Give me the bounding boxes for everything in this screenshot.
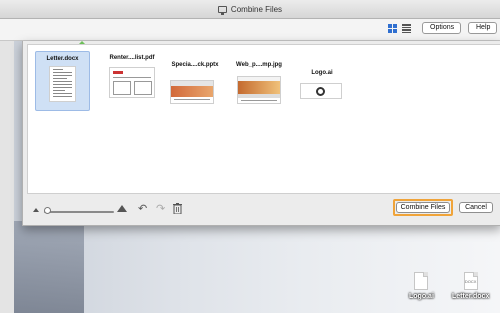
window-title: Combine Files <box>230 4 283 14</box>
list-view-icon[interactable] <box>402 24 411 33</box>
file-name: Renter....list.pdf <box>109 55 155 61</box>
file-item-renter-pdf[interactable]: Renter....list.pdf <box>106 51 158 109</box>
window-app-icon <box>217 5 227 15</box>
file-item-letter[interactable]: Letter.docx <box>35 51 90 111</box>
pdf-thumbnail <box>109 67 155 98</box>
small-thumbnail-icon <box>33 208 39 212</box>
combine-files-button[interactable]: Combine Files <box>396 202 450 213</box>
left-margin <box>0 41 14 313</box>
logo-thumbnail <box>300 83 342 99</box>
redo-icon[interactable]: ↷ <box>156 204 165 215</box>
thumbnail-size-slider[interactable] <box>44 211 114 213</box>
cancel-button[interactable]: Cancel <box>459 202 493 213</box>
file-item-special-pptx[interactable]: Specia....ck.pptx <box>169 51 221 109</box>
trash-icon[interactable] <box>173 203 182 217</box>
file-name: Web_p....mp.jpg <box>236 62 282 68</box>
file-name: Specia....ck.pptx <box>171 62 219 68</box>
grid-view-icon[interactable] <box>388 24 397 33</box>
desktop-file-logo[interactable]: Logo.ai <box>409 272 434 300</box>
desktop-file-label: Logo.ai <box>409 293 434 300</box>
options-button[interactable]: Options <box>422 22 461 34</box>
view-switcher <box>388 24 411 33</box>
desktop-file-label: Letter.docx <box>452 293 490 300</box>
file-list-area[interactable]: Letter.docx Renter....list.pdf Specia...… <box>27 44 500 194</box>
title-bar: Combine Files <box>0 0 500 19</box>
undo-icon[interactable]: ↶ <box>138 204 147 215</box>
image-thumbnail <box>237 76 281 104</box>
help-button[interactable]: Help <box>468 22 497 34</box>
desktop-file-letter[interactable]: DOCX Letter.docx <box>452 272 489 300</box>
slides-thumbnail <box>170 80 214 104</box>
file-item-web-jpg[interactable]: Web_p....mp.jpg <box>233 51 285 109</box>
bottom-bar: ↶ ↷ Combine Files Cancel <box>27 198 500 222</box>
slider-knob[interactable] <box>44 207 51 214</box>
file-name: Letter.docx <box>46 56 79 62</box>
file-page-icon <box>414 272 429 290</box>
file-page-icon: DOCX <box>463 272 478 290</box>
large-thumbnail-icon <box>117 205 127 212</box>
combine-files-sheet: Letter.docx Renter....list.pdf Specia...… <box>22 41 500 226</box>
document-thumbnail <box>49 66 76 102</box>
file-name: Logo.ai <box>311 70 333 76</box>
toolbar: Options Help <box>0 19 500 41</box>
file-item-logo-ai[interactable]: Logo.ai <box>298 51 346 109</box>
file-extension: DOCX <box>464 279 477 284</box>
